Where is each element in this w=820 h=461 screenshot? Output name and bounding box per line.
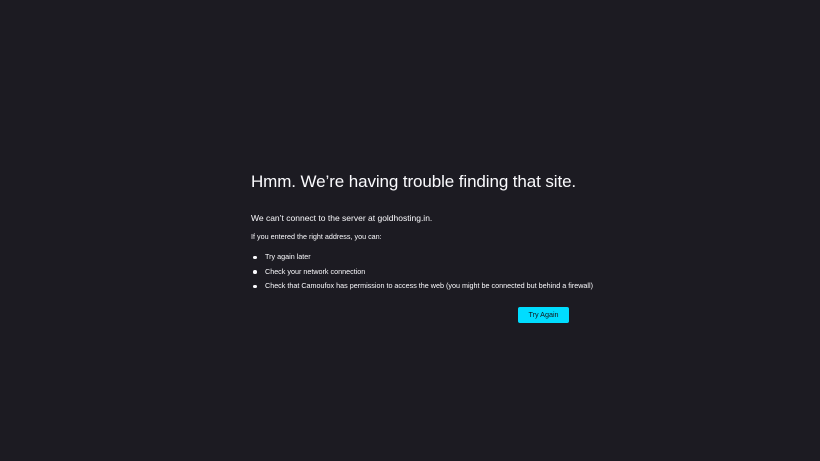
- list-item: Try again later: [251, 251, 569, 263]
- error-actions: Try Again: [251, 307, 569, 323]
- suggestion-text: Try again later: [265, 252, 311, 261]
- list-item: Check your network connection: [251, 266, 569, 278]
- error-description: We can’t connect to the server at goldho…: [251, 213, 433, 223]
- suggestion-list: Try again later Check your network conne…: [251, 251, 593, 292]
- bullet-icon: [253, 284, 257, 288]
- try-again-button[interactable]: Try Again: [518, 307, 569, 323]
- suggestion-text: Check that Camoufox has permission to ac…: [265, 281, 594, 290]
- error-title: Hmm. We’re having trouble finding that s…: [251, 172, 577, 191]
- suggestion-text: Check your network connection: [265, 266, 366, 276]
- error-hint: If you entered the right address, you ca…: [251, 232, 382, 241]
- bullet-icon: [253, 255, 257, 259]
- error-page: Hmm. We’re having trouble finding that s…: [251, 171, 593, 323]
- bullet-icon: [253, 270, 257, 274]
- list-item: Check that Camoufox has permission to ac…: [251, 280, 593, 292]
